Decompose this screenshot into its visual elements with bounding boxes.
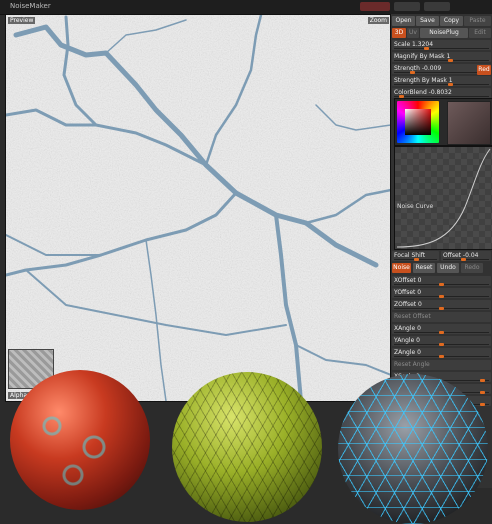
noise-preview-viewport[interactable]: Preview Zoom Alpha: On	[5, 14, 392, 402]
slider-knob[interactable]	[480, 391, 485, 394]
reset-offset-button[interactable]: Reset Offset	[392, 312, 491, 322]
scales-material-sphere[interactable]	[172, 372, 322, 522]
titlebar-red-button[interactable]	[360, 2, 390, 11]
noise-curve-label: Noise Curve	[397, 203, 434, 210]
angle-slider-0[interactable]: XAngle 0	[392, 324, 491, 334]
noise-param-slider-label: Strength By Mask 1	[394, 77, 453, 84]
redo-button[interactable]: Redo	[461, 263, 483, 273]
selected-color-swatch[interactable]	[447, 101, 491, 145]
tab-edit[interactable]: Edit	[469, 28, 491, 38]
red-button[interactable]: Red	[477, 65, 491, 75]
angle-slider-1[interactable]: YAngle 0	[392, 336, 491, 346]
slider-track	[394, 60, 489, 61]
offset-slider-label: YOffset 0	[394, 289, 422, 296]
tab-3d[interactable]: 3D	[392, 28, 406, 38]
slider-knob[interactable]	[439, 331, 444, 334]
color-picker[interactable]	[394, 98, 492, 146]
slider-knob[interactable]	[439, 343, 444, 346]
zoom-label[interactable]: Zoom	[367, 17, 389, 24]
slider-knob[interactable]	[439, 295, 444, 298]
offset-slider-label: XOffset 0	[394, 277, 422, 284]
angle-slider-label: YAngle 0	[394, 337, 420, 344]
paste-button[interactable]: Paste	[464, 16, 491, 26]
lava-material-sphere[interactable]	[10, 370, 150, 510]
slider-knob[interactable]	[439, 283, 444, 286]
noise-param-slider-3[interactable]: Strength By Mask 1	[392, 76, 491, 86]
offset-slider-2[interactable]: ZOffset 0	[392, 300, 491, 310]
noise-param-slider-label: Magnify By Mask 1	[394, 53, 451, 60]
angle-slider-label: XAngle 0	[394, 325, 421, 332]
titlebar-button-b[interactable]	[424, 2, 450, 11]
saturation-value-square[interactable]	[405, 109, 431, 135]
hue-wheel[interactable]	[397, 101, 439, 143]
slider-knob[interactable]	[480, 379, 485, 382]
noise-param-slider-4[interactable]: ColorBlend -0.8032	[392, 88, 491, 98]
noise-curve-editor[interactable]: Noise Curve	[394, 146, 492, 250]
noise-param-slider-label: Strength -0.009	[394, 65, 442, 72]
copy-button[interactable]: Copy	[440, 16, 463, 26]
angle-slider-label: ZAngle 0	[394, 349, 421, 356]
undo-button[interactable]: Undo	[437, 263, 459, 273]
slider-knob[interactable]	[424, 47, 429, 50]
noise-param-slider-0[interactable]: Scale 1.3204	[392, 40, 491, 50]
offset-slider-1[interactable]: YOffset 0	[392, 288, 491, 298]
slider-knob[interactable]	[439, 355, 444, 358]
focal-shift-slider[interactable]: Focal Shift	[392, 251, 439, 261]
window-title: NoiseMaker	[10, 2, 51, 10]
offset-slider[interactable]: Offset -0.04	[441, 251, 491, 261]
offset-slider-label: ZOffset 0	[394, 301, 422, 308]
preview-label: Preview	[8, 17, 36, 24]
slider-track	[394, 48, 489, 49]
slider-track	[394, 72, 489, 73]
slider-knob[interactable]	[448, 59, 453, 62]
slider-knob[interactable]	[439, 307, 444, 310]
slider-track	[394, 84, 489, 85]
noise-curve-line	[396, 148, 491, 248]
slider-knob[interactable]	[480, 403, 485, 406]
save-button[interactable]: Save	[416, 16, 439, 26]
title-bar: NoiseMaker	[0, 0, 492, 15]
reset-offset-label: Reset Offset	[394, 313, 431, 320]
offset-slider-0[interactable]: XOffset 0	[392, 276, 491, 286]
titlebar-button-a[interactable]	[394, 2, 420, 11]
focal-shift-label: Focal Shift	[394, 252, 426, 259]
noise-param-slider-1[interactable]: Magnify By Mask 1	[392, 52, 491, 62]
tab-uv[interactable]: Uv	[407, 28, 419, 38]
open-button[interactable]: Open	[392, 16, 415, 26]
tab-noise[interactable]: Noise	[392, 263, 411, 273]
slider-track	[394, 96, 489, 97]
hex-tile-material-sphere[interactable]	[338, 374, 488, 524]
reset-button[interactable]: Reset	[413, 263, 435, 273]
reset-angle-label: Reset Angle	[394, 361, 430, 368]
angle-slider-2[interactable]: ZAngle 0	[392, 348, 491, 358]
slider-knob[interactable]	[448, 83, 453, 86]
cracked-texture-image	[6, 15, 391, 401]
slider-knob[interactable]	[410, 71, 415, 74]
reset-angle-button[interactable]: Reset Angle	[392, 360, 491, 370]
tab-noiseplug[interactable]: NoisePlug	[420, 28, 468, 38]
